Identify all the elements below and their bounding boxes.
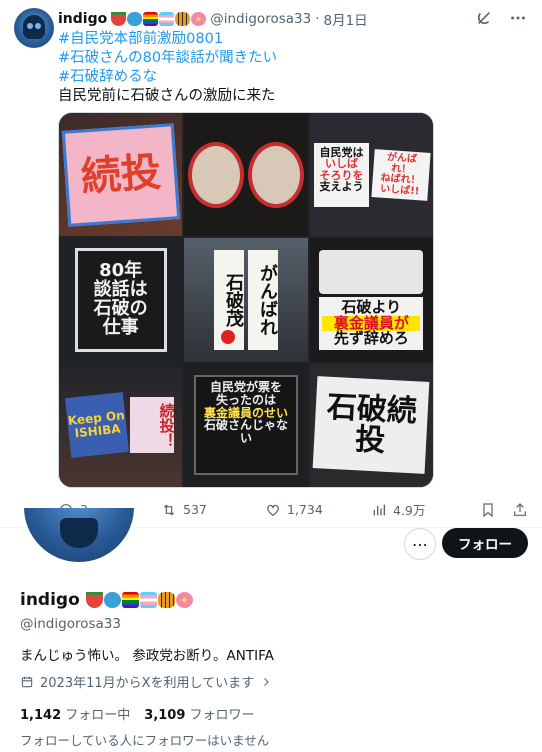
photo-7[interactable]: Keep On ISHIBA 続投！: [59, 363, 183, 487]
sign: 石破茂: [213, 249, 244, 350]
followers-count: 3,109: [144, 708, 186, 723]
tweet[interactable]: indigo @indigorosa33 · 8月1日 #自民党本部前激励080…: [0, 0, 542, 528]
sign-line: 失ったのは: [215, 392, 276, 407]
separator-dot: ·: [315, 11, 320, 27]
name-emojis: [85, 592, 193, 608]
face-fan: [187, 141, 244, 208]
profile-avatar[interactable]: [20, 508, 138, 570]
watermelon-icon: [111, 12, 127, 26]
more-icon[interactable]: [508, 8, 528, 28]
sign: Keep On ISHIBA: [64, 392, 129, 459]
like-count: 1,734: [287, 502, 323, 517]
like-button[interactable]: 1,734: [265, 502, 371, 518]
bookmark-icon: [483, 502, 493, 517]
tiger-icon: [175, 12, 191, 26]
fish-icon: [127, 12, 143, 26]
author-name[interactable]: indigo: [58, 11, 107, 27]
retweet-button[interactable]: 537: [161, 502, 265, 518]
profile-handle: @indigorosa33: [20, 616, 121, 632]
profile-display-name: indigo: [20, 590, 80, 610]
sign: 80年 談話は 石破の 仕事: [74, 247, 167, 352]
views-icon: [373, 504, 385, 515]
tweet-header: indigo @indigorosa33 · 8月1日: [58, 9, 368, 29]
fish-icon: [103, 592, 121, 608]
following-link[interactable]: 1,142 フォロー中: [20, 704, 130, 723]
sign-line: 石破茂: [222, 272, 244, 327]
sign-line: いしば!!: [380, 182, 421, 197]
sign-line: 支えよう: [319, 180, 364, 194]
sign-text: 続投: [61, 122, 180, 227]
profile-card: ⋯ フォロー indigo @indigorosa33 まんじゅう怖い。 参政党…: [0, 508, 542, 752]
grok-icon[interactable]: [474, 8, 494, 28]
face-fan: [247, 141, 304, 208]
retweet-count: 537: [183, 502, 207, 517]
joined-text: 2023年11月からXを利用しています: [40, 676, 255, 691]
view-count: 4.9万: [393, 503, 426, 518]
chevron-right-icon: [264, 677, 269, 686]
name-emojis: [111, 12, 207, 26]
hashtag[interactable]: #石破辞めるな: [58, 68, 528, 87]
followers-label: フォロワー: [189, 708, 255, 723]
tiger-icon: [157, 592, 175, 608]
sign-line: 石破さんじゃない: [203, 418, 288, 445]
rainbow-flag-icon: [143, 12, 159, 26]
tweet-body: 自民党前に石破さんの激励に来た: [58, 88, 276, 104]
sign-line: 仕事: [102, 316, 139, 338]
mutual-followers-note: フォローしている人にフォロワーはいません: [20, 733, 270, 748]
watermelon-icon: [85, 592, 103, 608]
share-icon: [514, 502, 526, 516]
following-count: 1,142: [20, 708, 62, 723]
tweet-media[interactable]: 続投 自民党は いしば そろりを 支えよう がんばれ！ ねばれ！ いしば!! 8…: [58, 112, 434, 488]
sign: 続投！: [129, 397, 176, 454]
profile-bio: まんじゅう怖い。 参政党お断り。ANTIFA: [20, 648, 274, 664]
photo-8[interactable]: 自民党が票を 失ったのは 裏金議員のせい 石破さんじゃない: [184, 363, 308, 487]
photo-5[interactable]: 石破茂 がんばれ: [184, 238, 308, 362]
profile-stats: 1,142 フォロー中 3,109 フォロワー: [20, 704, 255, 723]
tweet-date[interactable]: 8月1日: [324, 9, 368, 29]
photo-1[interactable]: 続投: [59, 113, 183, 237]
photo-3[interactable]: 自民党は いしば そろりを 支えよう がんばれ！ ねばれ！ いしば!!: [309, 113, 433, 237]
sign: がんばれ: [247, 249, 278, 350]
avatar[interactable]: [14, 8, 54, 48]
views-button[interactable]: 4.9万: [371, 500, 471, 519]
bookmark-button[interactable]: [480, 502, 496, 518]
joined-date[interactable]: 2023年11月からXを利用しています: [20, 672, 272, 691]
hibiscus-icon: [175, 592, 193, 608]
sign: がんばれ！ ねばれ！ いしば!!: [371, 148, 431, 201]
retweet-icon: [163, 503, 175, 516]
sign-text: 石破続投: [312, 376, 430, 475]
share-button[interactable]: [512, 502, 528, 518]
hibiscus-icon: [191, 12, 207, 26]
trans-flag-icon: [159, 12, 175, 26]
sign-line: 先ず辞めろ: [333, 329, 409, 348]
photo-2[interactable]: [184, 113, 308, 237]
like-icon: [267, 504, 279, 516]
more-icon: ⋯: [412, 534, 428, 554]
follow-button[interactable]: フォロー: [442, 528, 528, 558]
sign: 自民党は いしば そろりを 支えよう: [313, 142, 370, 207]
tweet-text: #自民党本部前激励0801 #石破さんの80年談話が聞きたい #石破辞めるな 自…: [58, 30, 528, 106]
following-label: フォロー中: [65, 708, 131, 723]
rainbow-flag-icon: [121, 592, 139, 608]
photo-4[interactable]: 80年 談話は 石破の 仕事: [59, 238, 183, 362]
hashtag[interactable]: #自民党本部前激励0801: [58, 30, 528, 49]
author-handle[interactable]: @indigorosa33: [210, 11, 311, 27]
photo-6[interactable]: 石破より 裏金議員が 先ず辞めろ: [309, 238, 433, 362]
caricature-drawing: [319, 249, 424, 294]
sign-line: ISHIBA: [73, 421, 121, 441]
sign: 石破より 裏金議員が 先ず辞めろ: [319, 296, 424, 351]
photo-9[interactable]: 石破続投: [309, 363, 433, 487]
sign: 自民党が票を 失ったのは 裏金議員のせい 石破さんじゃない: [193, 375, 298, 476]
more-options-button[interactable]: ⋯: [404, 528, 436, 560]
hashtag[interactable]: #石破さんの80年談話が聞きたい: [58, 49, 528, 68]
profile-name: indigo: [20, 590, 193, 610]
followers-link[interactable]: 3,109 フォロワー: [144, 704, 254, 723]
trans-flag-icon: [139, 592, 157, 608]
calendar-icon: [21, 676, 33, 687]
